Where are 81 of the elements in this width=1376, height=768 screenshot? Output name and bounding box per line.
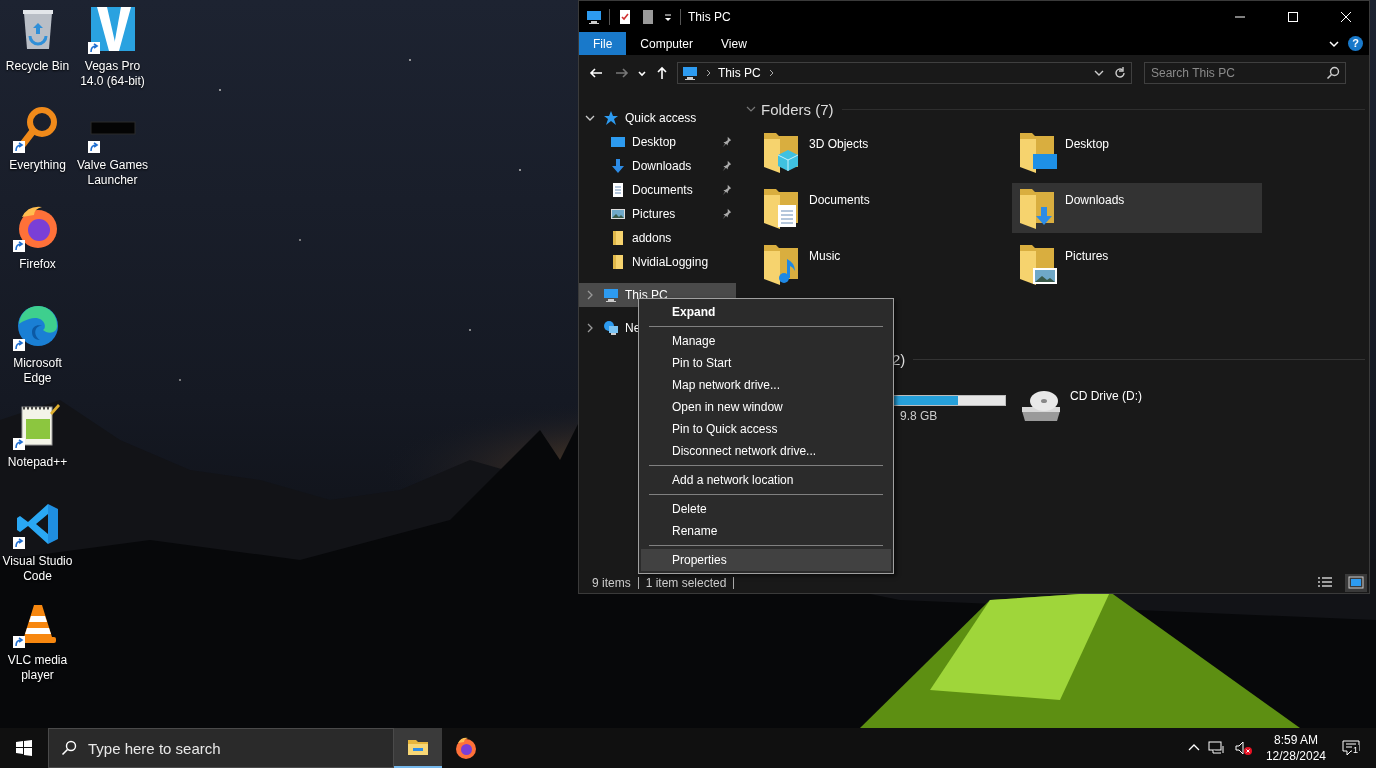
drive-space-text: 9.8 GB [900,409,938,423]
item-count: 9 items [592,576,631,590]
folder-tile[interactable]: Desktop [1012,127,1262,177]
search-field[interactable]: Search This PC [1144,62,1346,84]
network-icon [603,320,619,336]
menu-item[interactable]: Pin to Quick access [641,418,891,440]
download-arrow-icon [610,158,626,174]
picture-frame-icon [1348,575,1364,591]
chevron-right-icon[interactable] [585,323,595,333]
computer-icon [603,287,619,303]
back-arrow-icon [589,66,603,80]
menu-item[interactable]: Pin to Start [641,352,891,374]
menu-item[interactable]: Map network drive... [641,374,891,396]
ribbon-tab[interactable]: File [579,32,627,55]
menu-item[interactable]: Rename [641,520,891,542]
menu-item[interactable]: Properties [641,549,891,571]
desktop-icon-label[interactable]: Microsoft Edge [1,356,74,386]
nav-item[interactable]: Downloads [579,154,736,178]
new-folder-icon[interactable] [640,8,656,25]
search-icon[interactable] [1326,66,1340,80]
muted-speaker-icon[interactable] [1233,740,1252,756]
chevron-right-icon[interactable] [704,68,712,78]
desktop-icon-label[interactable]: Notepad++ [1,455,74,470]
desktop-icon-label[interactable]: Everything [1,158,74,173]
drive-tile[interactable]: CD Drive (D:) [1012,379,1262,429]
folder-tile[interactable]: Music [756,239,1006,289]
taskbar-search-field[interactable]: Type here to search [48,728,394,768]
window-title: This PC [688,9,731,24]
refresh-icon[interactable] [1113,66,1127,80]
nav-item[interactable]: Desktop [579,130,736,154]
desktop-icon-label[interactable]: Valve Games Launcher [76,158,149,188]
nav-item[interactable]: Documents [579,178,736,202]
desktop-icon-label[interactable]: Visual Studio Code [1,554,74,584]
network-icon[interactable] [1207,740,1226,756]
desktop-icon-label[interactable]: Vegas Pro 14.0 (64-bit) [76,59,149,89]
folder-tile[interactable]: Pictures [1012,239,1262,289]
chevron-down-icon[interactable] [585,113,595,123]
vegas-icon[interactable] [88,5,137,53]
document-icon [610,182,626,198]
ribbon-tab[interactable]: Computer [626,32,708,55]
up-arrow-icon [655,66,669,80]
notification-count: 1 [1352,745,1359,755]
menu-item[interactable]: Delete [641,498,891,520]
windows-logo-icon [16,740,32,756]
desktop-icon-label[interactable]: Firefox [1,257,74,272]
nav-item[interactable]: addons [579,226,736,250]
nav-item[interactable]: Quick access [579,106,736,130]
nav-item[interactable]: NvidiaLogging [579,250,736,274]
star-icon [603,110,619,126]
menu-item[interactable]: Manage [641,330,891,352]
desktop-icon-label[interactable]: Recycle Bin [1,59,74,74]
close-icon [1340,10,1352,23]
file-explorer-button[interactable] [394,728,442,768]
address-bar[interactable]: This PC [677,62,1132,84]
breadcrumb-item[interactable]: This PC [718,66,761,80]
desktop-icon [610,134,626,150]
menu-item[interactable]: Add a network location [641,469,891,491]
selection-count: 1 item selected [645,576,727,590]
folder-icon [610,254,626,270]
folder-tile[interactable]: 3D Objects [756,127,1006,177]
menu-item[interactable]: Open in new window [641,396,891,418]
help-button[interactable]: ? [1348,36,1363,51]
notifications-button[interactable]: 1 [1332,728,1370,768]
firefox-icon [454,736,478,760]
folder-tile[interactable]: Documents [756,183,1006,233]
folder-icon [610,230,626,246]
desktop-icon-label[interactable]: VLC media player [1,653,74,683]
menu-item[interactable]: Disconnect network drive... [641,440,891,462]
ribbon-tab[interactable]: View [707,32,761,55]
group-header[interactable]: Folders (7) [761,100,834,118]
forward-arrow-icon [615,66,629,80]
folder-tile[interactable]: Downloads [1012,183,1262,233]
maximize-icon [1287,10,1299,23]
message-icon [1342,740,1360,756]
large-icons-view-button[interactable] [1345,574,1367,592]
properties-icon[interactable] [617,8,633,25]
computer-icon [586,8,602,25]
nav-item[interactable]: Pictures [579,202,736,226]
clock[interactable]: 8:59 AM 12/28/2024 [1259,732,1332,764]
picture-icon [610,206,626,222]
computer-icon [682,65,698,81]
